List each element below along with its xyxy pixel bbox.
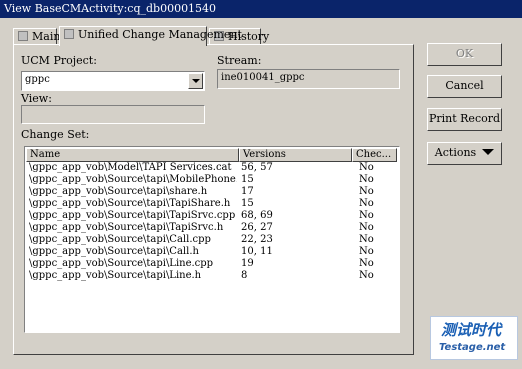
cell-checked-out: No	[359, 270, 374, 281]
actions-label: Actions	[434, 146, 477, 159]
cell-versions: 10, 11	[241, 246, 273, 257]
cell-name: \gppc_app_vob\Source\tapi\Line.cpp	[29, 258, 214, 269]
cancel-button[interactable]: Cancel	[427, 75, 502, 98]
table-row[interactable]: \gppc_app_vob\Source\tapi\share.h 17 No	[25, 186, 399, 198]
table-row[interactable]: \gppc_app_vob\Source\tapi\Call.h 10, 11 No	[25, 246, 399, 258]
stream-field: ine010041_gppc	[217, 69, 400, 89]
dropdown-button[interactable]	[188, 73, 203, 89]
column-header-checked-out[interactable]: Chec...	[352, 148, 397, 162]
view-field	[21, 105, 205, 124]
tab-page-icon	[64, 29, 74, 39]
stream-value: ine010041_gppc	[221, 72, 305, 83]
change-set-list[interactable]: Name Versions Chec... \gppc_app_vob\Mode…	[24, 146, 400, 333]
cell-versions: 22, 23	[241, 234, 273, 245]
cell-versions: 19	[241, 258, 254, 269]
table-row[interactable]: \gppc_app_vob\Model\TAPI Services.cat 56,…	[25, 162, 399, 174]
actions-button[interactable]: Actions	[427, 142, 502, 165]
print-record-button[interactable]: Print Record	[427, 108, 502, 131]
tab-unified-change-management[interactable]: Unified Change Management	[59, 26, 242, 46]
table-row[interactable]: \gppc_app_vob\Source\tapi\TapiSrvc.cpp 68…	[25, 210, 399, 222]
tab-page-icon	[18, 31, 28, 41]
triangle-down-icon	[482, 149, 495, 155]
title-bar: View BaseCMActivity:cq_db00001540	[0, 0, 522, 18]
ucm-project-value: gppc	[25, 74, 50, 85]
ok-button[interactable]: OK	[427, 43, 502, 66]
cell-name: \gppc_app_vob\Source\tapi\TapiSrvc.cpp	[29, 210, 236, 221]
cell-checked-out: No	[359, 234, 374, 245]
cell-versions: 15	[241, 198, 254, 209]
watermark-logo: 测试时代 Testage.net	[430, 316, 518, 360]
view-label: View:	[21, 92, 52, 105]
cell-name: \gppc_app_vob\Model\TAPI Services.cat	[29, 162, 232, 173]
stream-label: Stream:	[217, 54, 262, 67]
column-header-versions[interactable]: Versions	[239, 148, 352, 162]
cell-name: \gppc_app_vob\Source\tapi\Call.h	[29, 246, 199, 257]
table-row[interactable]: \gppc_app_vob\Source\tapi\Call.cpp 22, 23…	[25, 234, 399, 246]
cell-checked-out: No	[359, 222, 374, 233]
ucm-project-combo[interactable]: gppc	[21, 71, 205, 91]
cell-checked-out: No	[359, 246, 374, 257]
change-set-label: Change Set:	[21, 128, 90, 141]
cell-name: \gppc_app_vob\Source\tapi\Line.h	[29, 270, 202, 281]
cell-checked-out: No	[359, 210, 374, 221]
cell-checked-out: No	[359, 162, 374, 173]
table-row[interactable]: \gppc_app_vob\Source\tapi\Line.h 8 No	[25, 270, 399, 282]
cell-name: \gppc_app_vob\Source\tapi\share.h	[29, 186, 208, 197]
cell-name: \gppc_app_vob\Source\tapi\Call.cpp	[29, 234, 211, 245]
window-title: View BaseCMActivity:cq_db00001540	[4, 2, 217, 15]
table-row[interactable]: \gppc_app_vob\Source\tapi\TapiSrvc.h 26, …	[25, 222, 399, 234]
cell-name: \gppc_app_vob\Source\tapi\TapiShare.h	[29, 198, 231, 209]
cell-checked-out: No	[359, 186, 374, 197]
watermark-en-text: Testage.net	[439, 342, 506, 353]
cell-versions: 17	[241, 186, 254, 197]
cell-versions: 26, 27	[241, 222, 273, 233]
cell-checked-out: No	[359, 258, 374, 269]
cell-name: \gppc_app_vob\Source\tapi\TapiSrvc.h	[29, 222, 224, 233]
ucm-project-label: UCM Project:	[21, 54, 97, 67]
chevron-down-icon	[192, 79, 200, 83]
table-row[interactable]: \gppc_app_vob\Source\tapi\Line.cpp 19 No	[25, 258, 399, 270]
cell-name: \gppc_app_vob\Source\tapi\MobilePhone.h	[29, 174, 237, 185]
watermark-cn-text: 测试时代	[441, 321, 502, 339]
table-row[interactable]: \gppc_app_vob\Source\tapi\TapiShare.h 15 N…	[25, 198, 399, 210]
cell-versions: 8	[241, 270, 248, 281]
cell-checked-out: No	[359, 198, 374, 209]
cell-versions: 15	[241, 174, 254, 185]
column-header-name[interactable]: Name	[26, 148, 239, 162]
tab-main[interactable]: Main	[13, 28, 60, 44]
table-row[interactable]: \gppc_app_vob\Source\tapi\MobilePhone.h 1…	[25, 174, 399, 186]
tab-panel: UCM Project: gppc Stream: ine010041_gppc…	[13, 44, 414, 355]
cell-versions: 56, 57	[241, 162, 273, 173]
cell-versions: 68, 69	[241, 210, 273, 221]
cell-checked-out: No	[359, 174, 374, 185]
